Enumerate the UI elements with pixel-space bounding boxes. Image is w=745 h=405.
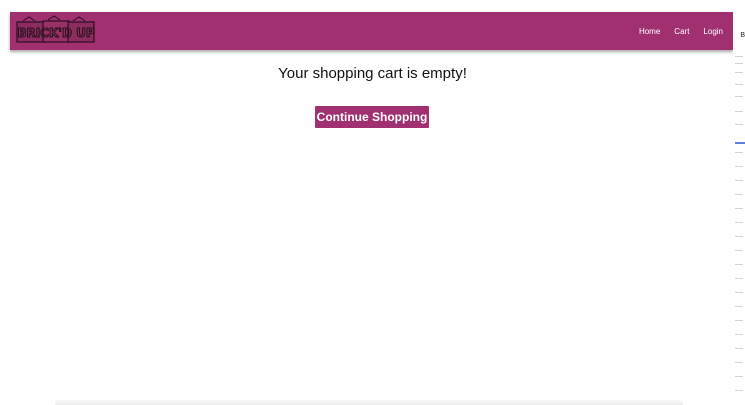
main-navigation: Home Cart Login <box>639 12 723 50</box>
rail-tick <box>735 362 743 363</box>
nav-login-link[interactable]: Login <box>703 27 723 36</box>
rail-highlight <box>735 142 745 144</box>
continue-shopping-button[interactable]: Continue Shopping <box>315 106 429 128</box>
rail-tick <box>735 84 743 85</box>
rail-tick <box>735 56 743 57</box>
nav-cart-link[interactable]: Cart <box>674 27 689 36</box>
rail-tick <box>735 334 743 335</box>
rail-tick <box>735 180 743 181</box>
side-panel-letter: B <box>740 32 745 39</box>
rail-tick <box>735 306 743 307</box>
rail-tick <box>735 376 743 377</box>
right-scroll-rail[interactable]: B <box>733 0 745 405</box>
rail-tick <box>735 96 743 97</box>
rail-tick <box>735 166 743 167</box>
rail-tick <box>735 152 743 153</box>
rail-tick <box>735 222 743 223</box>
top-navbar: BRICK'D UP Home Cart Login <box>10 12 733 50</box>
rail-tick <box>735 194 743 195</box>
rail-tick <box>735 292 743 293</box>
rail-tick <box>735 111 743 112</box>
rail-tick <box>735 278 743 279</box>
rail-tick <box>735 348 743 349</box>
site-logo[interactable]: BRICK'D UP <box>15 14 97 46</box>
rail-tick <box>735 236 743 237</box>
rail-tick <box>735 390 743 391</box>
brick-logo-icon: BRICK'D UP <box>16 15 95 43</box>
rail-tick <box>735 124 743 125</box>
svg-text:BRICK'D UP: BRICK'D UP <box>17 26 95 40</box>
browser-viewport: BRICK'D UP Home Cart Login Your shopping… <box>0 0 745 405</box>
rail-tick <box>735 208 743 209</box>
rail-tick <box>735 320 743 321</box>
rail-tick <box>735 250 743 251</box>
app-page: BRICK'D UP Home Cart Login Your shopping… <box>0 0 733 405</box>
rail-tick <box>735 264 743 265</box>
empty-cart-message: Your shopping cart is empty! <box>278 65 467 82</box>
rail-tick <box>735 72 743 73</box>
rail-tick <box>735 63 743 64</box>
bottom-panel-shadow <box>55 399 683 405</box>
nav-home-link[interactable]: Home <box>639 27 660 36</box>
